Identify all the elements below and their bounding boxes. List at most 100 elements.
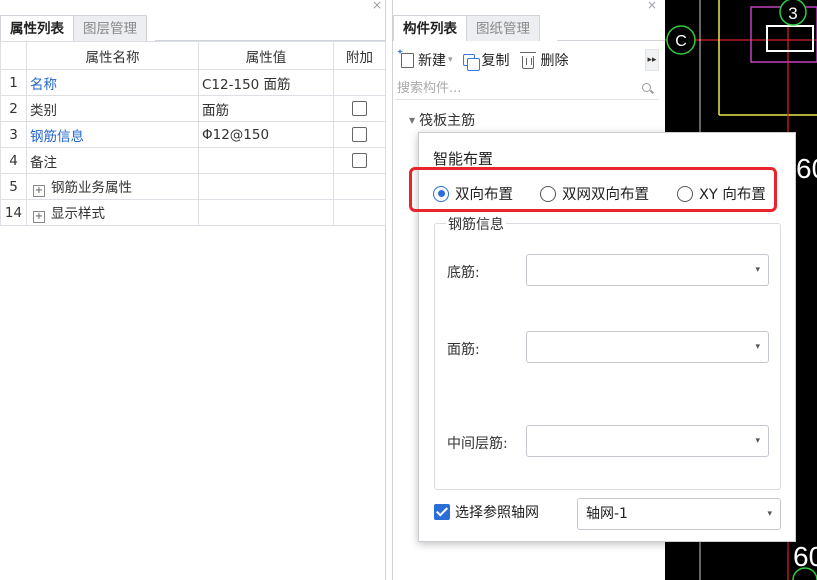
middle-rebar-label: 中间层筋: [447,436,508,452]
delete-button-label: 删除 [540,53,569,69]
component-toolbar: 新建 ▾ 复制 删除 [393,48,569,72]
collapse-icon[interactable]: ▼ [409,116,415,125]
extra-cell [333,121,386,148]
middle-rebar-select[interactable]: ▾ [526,425,769,457]
property-panel: × 属性列表 图层管理 属性名称 属性值 附加 1 名称 C12-150 面筋 … [0,0,386,580]
select-value: 轴网-1 [586,506,628,522]
radio-bidirectional[interactable]: 双向布置 [433,183,513,204]
property-group-name[interactable]: + 钢筋业务属性 [26,173,199,200]
layout-mode-radio-group: 双向布置 双网双向布置 XY 向布置 [419,174,797,210]
property-name[interactable]: 备注 [26,147,199,174]
property-value[interactable]: Φ12@150 [198,121,334,148]
new-file-icon [401,52,414,68]
delete-button[interactable]: 删除 [519,50,569,70]
tab-property-list[interactable]: 属性列表 [0,15,74,41]
tab-divider [557,40,666,41]
tree-item-label: 筏板主筋 [419,113,476,129]
extra-cell [333,173,386,200]
dimension-label: 600 [796,153,817,184]
tab-drawing-management[interactable]: 图纸管理 [466,15,540,41]
rebar-info-group: 钢筋信息 底筋: ▾ 面筋: ▾ 中间层筋: ▾ [434,214,781,490]
property-name[interactable]: 类别 [26,95,199,122]
tab-component-list[interactable]: 构件列表 [393,15,467,41]
radio-unchecked-icon [540,185,556,202]
row-index: 4 [0,147,27,174]
reference-axis-checkbox[interactable]: 选择参照轴网 [434,502,539,522]
search-icon[interactable] [642,83,651,92]
table-row[interactable]: 3 钢筋信息 Φ12@150 [0,121,386,148]
expand-icon[interactable]: + [33,185,45,197]
extra-checkbox[interactable] [352,127,367,142]
chevron-down-icon: ▾ [755,342,760,352]
column-header-index [0,41,27,70]
property-value [198,173,334,200]
new-button[interactable]: 新建 ▾ [401,50,457,70]
search-placeholder: 搜索构件... [397,81,462,96]
close-icon[interactable]: × [372,0,382,12]
extra-checkbox[interactable] [352,153,367,168]
radio-label: 双向布置 [455,187,513,203]
table-row[interactable]: 2 类别 面筋 [0,95,386,122]
radio-label: 双网双向布置 [562,187,649,203]
radio-xy[interactable]: XY 向布置 [677,183,766,204]
axis-net-select[interactable]: 轴网-1 ▾ [577,498,781,530]
property-group-label: 显示样式 [51,206,105,222]
property-value[interactable]: 面筋 [198,95,334,122]
close-icon[interactable]: × [647,0,657,12]
bottom-rebar-label: 底筋: [447,265,480,281]
more-tools-button[interactable]: ▸▸ [645,49,659,71]
extra-cell [333,147,386,174]
bottom-rebar-select[interactable]: ▾ [526,254,769,286]
table-row[interactable]: 5 + 钢筋业务属性 [0,173,386,200]
new-button-label: 新建 [418,53,446,69]
top-rebar-select[interactable]: ▾ [526,331,769,363]
property-value[interactable] [198,147,334,174]
component-panel-tabs: 构件列表 图纸管理 [393,15,540,41]
radio-unchecked-icon [677,185,693,202]
copy-icon [462,54,480,71]
property-name[interactable]: 钢筋信息 [26,121,199,148]
column-header-name: 属性名称 [26,41,199,70]
radio-checked-icon [433,185,449,202]
reference-axis-label: 选择参照轴网 [455,505,539,521]
chevron-down-icon: ▾ [755,436,760,446]
column-section [766,25,814,52]
group-title: 钢筋信息 [446,214,506,234]
search-input[interactable]: 搜索构件... [395,80,659,100]
trash-icon [519,51,536,69]
radio-label: XY 向布置 [699,187,766,203]
row-index: 1 [0,69,27,96]
property-group-name[interactable]: + 显示样式 [26,199,199,226]
checkbox-checked-icon [434,504,450,520]
chevron-down-icon: ▾ [767,509,772,519]
table-row[interactable]: 14 + 显示样式 [0,199,386,226]
top-rebar-label: 面筋: [447,342,480,358]
property-value[interactable]: C12-150 面筋 [198,69,334,96]
table-row[interactable]: 1 名称 C12-150 面筋 [0,69,386,96]
copy-button[interactable]: 复制 [462,50,510,71]
row-index: 5 [0,173,27,200]
property-group-label: 钢筋业务属性 [51,180,132,196]
tab-layer-management[interactable]: 图层管理 [73,15,147,41]
extra-cell [333,69,386,96]
axis-label-3: 3 [788,4,797,23]
expand-icon[interactable]: + [33,211,45,223]
table-row[interactable]: 4 备注 [0,147,386,174]
axis-label-c: C [675,33,687,50]
property-panel-tabs: 属性列表 图层管理 [0,15,147,41]
dialog-title: 智能布置 [433,150,494,168]
chevron-down-icon[interactable]: ▾ [448,55,453,65]
table-header-row: 属性名称 属性值 附加 [0,41,386,70]
row-index: 3 [0,121,27,148]
property-table: 属性名称 属性值 附加 1 名称 C12-150 面筋 2 类别 面筋 3 钢筋… [0,41,386,226]
extra-checkbox[interactable] [352,101,367,116]
copy-button-label: 复制 [481,53,510,69]
chevron-down-icon: ▾ [755,265,760,275]
row-index: 14 [0,199,27,226]
extra-cell [333,199,386,226]
column-header-extra: 附加 [333,41,386,70]
property-name[interactable]: 名称 [26,69,199,96]
smart-layout-dialog: 智能布置 双向布置 双网双向布置 XY 向布置 钢筋信息 底筋: ▾ 面筋: ▾… [418,132,796,542]
tree-item-raft-main-rebar[interactable]: ▼ 筏板主筋 [409,110,475,130]
radio-double-net[interactable]: 双网双向布置 [540,183,649,204]
